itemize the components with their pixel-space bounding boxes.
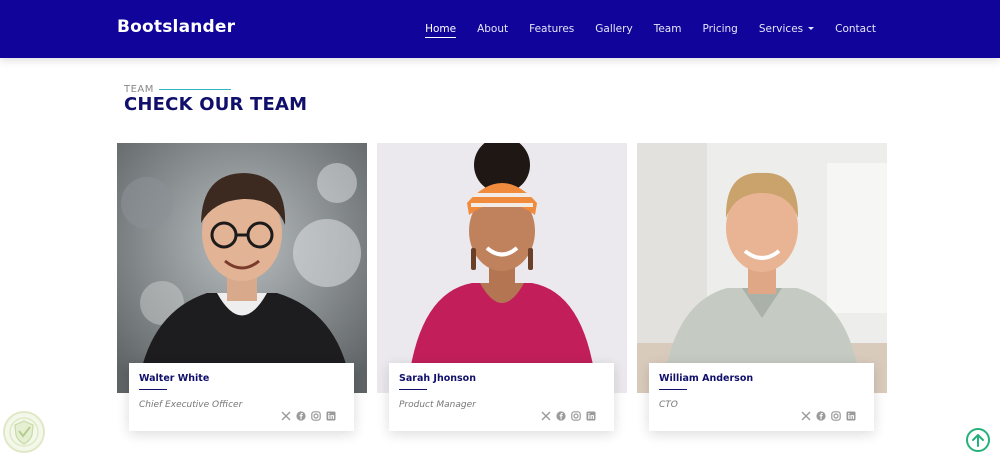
team-photo-sarah <box>377 143 627 393</box>
eyebrow-divider <box>159 89 231 90</box>
linkedin-icon[interactable] <box>586 411 596 421</box>
team-card-william: William Anderson CTO <box>649 363 874 431</box>
instagram-icon[interactable] <box>311 411 321 421</box>
nav-services[interactable]: Services <box>758 23 815 35</box>
nav-services-label: Services <box>758 23 804 35</box>
name-divider <box>139 389 167 390</box>
section-title: CHECK OUR TEAM <box>124 94 308 115</box>
team-photo-william <box>637 143 887 393</box>
back-to-top-button[interactable] <box>966 428 990 452</box>
member-role: Chief Executive Officer <box>139 400 243 410</box>
team-photo-walter <box>117 143 367 393</box>
facebook-icon[interactable] <box>296 411 306 421</box>
social-links <box>801 411 856 421</box>
chevron-down-icon <box>808 27 815 30</box>
linkedin-icon[interactable] <box>846 411 856 421</box>
member-role: CTO <box>659 400 678 410</box>
main-nav: Home About Features Gallery Team Pricing… <box>425 23 876 38</box>
nav-about[interactable]: About <box>477 23 508 35</box>
member-name: William Anderson <box>659 373 754 384</box>
name-divider <box>399 389 427 390</box>
nav-gallery[interactable]: Gallery <box>595 23 632 35</box>
arrow-up-icon <box>972 434 984 447</box>
instagram-icon[interactable] <box>571 411 581 421</box>
nav-pricing[interactable]: Pricing <box>702 23 737 35</box>
shield-watermark-icon <box>2 410 46 454</box>
linkedin-icon[interactable] <box>326 411 336 421</box>
social-links <box>541 411 596 421</box>
team-card-sarah: Sarah Jhonson Product Manager <box>389 363 614 431</box>
nav-team[interactable]: Team <box>654 23 682 35</box>
x-icon[interactable] <box>541 411 551 421</box>
site-header: Bootslander Home About Features Gallery … <box>0 0 1000 58</box>
nav-contact[interactable]: Contact <box>835 23 876 35</box>
member-name: Sarah Jhonson <box>399 373 476 384</box>
facebook-icon[interactable] <box>556 411 566 421</box>
facebook-icon[interactable] <box>816 411 826 421</box>
x-icon[interactable] <box>281 411 291 421</box>
nav-features[interactable]: Features <box>529 23 574 35</box>
team-card-walter: Walter White Chief Executive Officer <box>129 363 354 431</box>
name-divider <box>659 389 687 390</box>
x-icon[interactable] <box>801 411 811 421</box>
instagram-icon[interactable] <box>831 411 841 421</box>
member-name: Walter White <box>139 373 210 384</box>
social-links <box>281 411 336 421</box>
brand-logo[interactable]: Bootslander <box>117 17 235 37</box>
nav-home[interactable]: Home <box>425 23 457 38</box>
member-role: Product Manager <box>399 400 476 410</box>
